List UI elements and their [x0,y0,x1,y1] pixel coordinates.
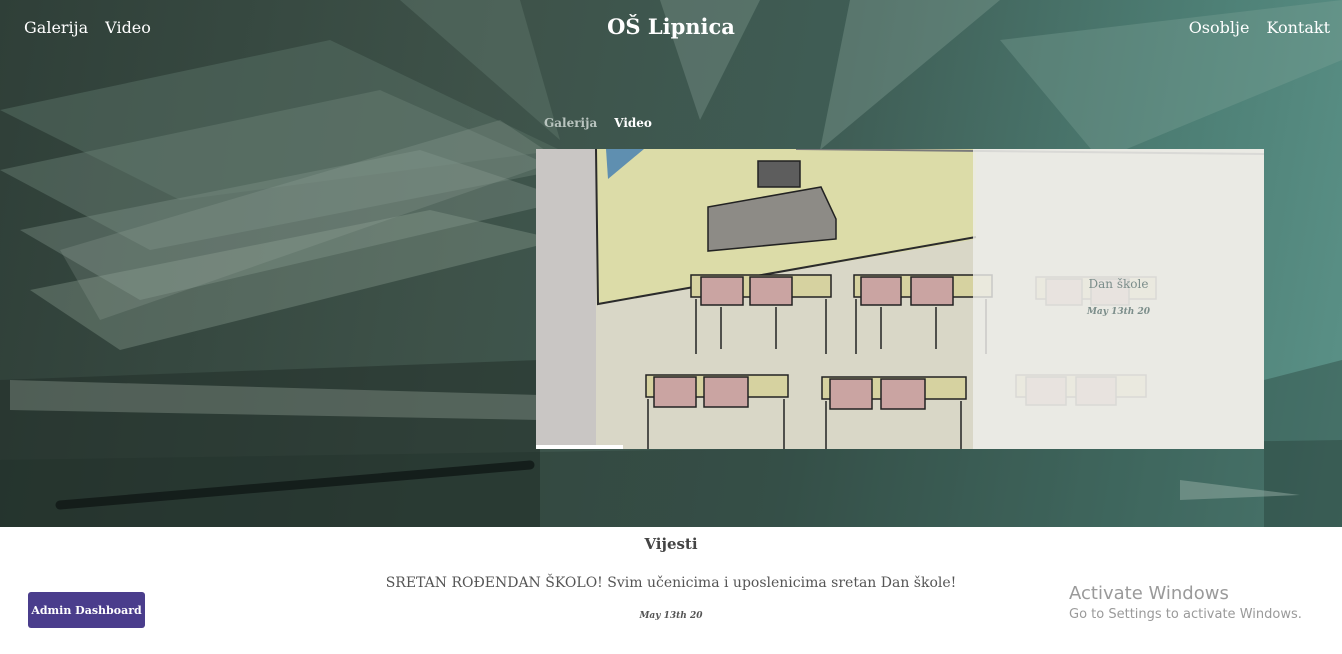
tab-galerija[interactable]: Galerija [544,116,597,130]
nav-link-kontakt[interactable]: Kontakt [1266,18,1330,37]
slide-caption-panel: Dan škole May 13th 20 [973,149,1264,449]
nav-link-osoblje[interactable]: Osoblje [1189,18,1250,37]
main-nav-left: Galerija Video [24,18,151,37]
media-tabs: Galerija Video [544,116,652,130]
site-brand-title[interactable]: OŠ Lipnica [607,14,735,39]
tab-video[interactable]: Video [614,116,652,130]
slide-caption-date: May 13th 20 [1086,307,1151,317]
hero-banner: Galerija Video OŠ Lipnica Osoblje Kontak… [0,0,1342,527]
news-heading: Vijesti [644,535,698,553]
admin-dashboard-button[interactable]: Admin Dashboard [28,592,145,628]
slide-caption-title[interactable]: Dan škole [973,277,1264,291]
main-nav-right: Osoblje Kontakt [1189,18,1330,37]
video-slider[interactable]: Dan škole May 13th 20 [536,149,1264,449]
nav-link-galerija[interactable]: Galerija [24,18,88,37]
slider-progress-bar [536,445,624,449]
windows-activation-watermark: Activate Windows Go to Settings to activ… [1069,583,1302,622]
watermark-subtitle: Go to Settings to activate Windows. [1069,607,1302,622]
nav-link-video[interactable]: Video [105,18,151,37]
watermark-title: Activate Windows [1069,583,1229,604]
